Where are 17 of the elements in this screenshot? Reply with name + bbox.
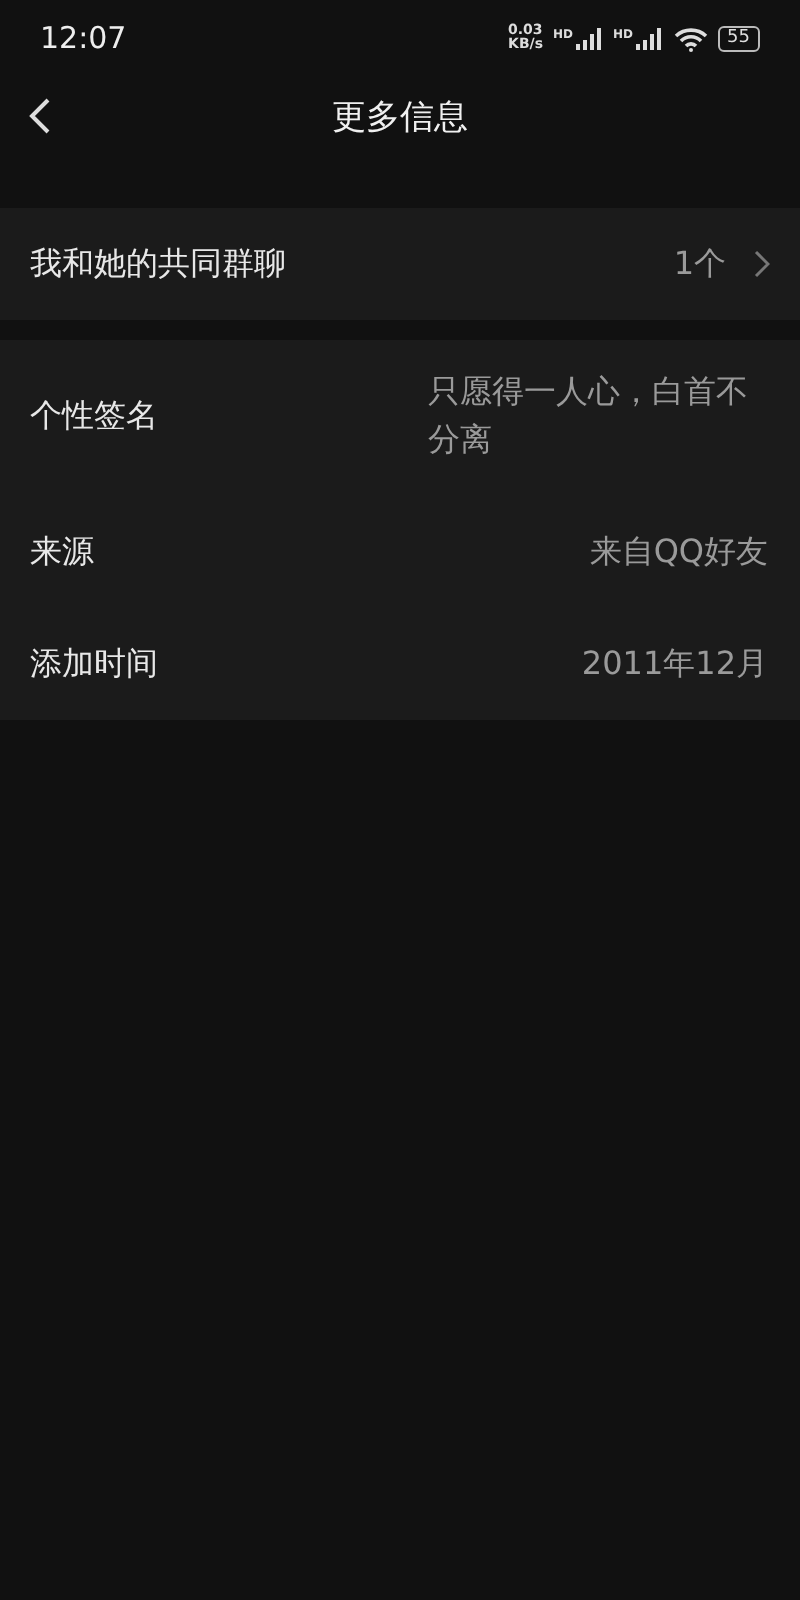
back-icon[interactable] bbox=[28, 96, 52, 136]
status-time: 12:07 bbox=[40, 20, 127, 56]
row-label: 来源 bbox=[30, 531, 94, 573]
wifi-icon bbox=[673, 25, 708, 51]
page-title: 更多信息 bbox=[332, 95, 468, 139]
row-label: 我和她的共同群聊 bbox=[30, 243, 286, 285]
row-value: 来自QQ好友 bbox=[589, 530, 768, 574]
signal-icon bbox=[635, 27, 664, 49]
group-chats-row[interactable]: 我和她的共同群聊 1个 bbox=[0, 208, 800, 320]
row-label: 个性签名 bbox=[30, 395, 158, 437]
signal-icon bbox=[575, 27, 604, 49]
row-value: 1个 bbox=[673, 243, 726, 285]
row-value: 只愿得一人心，白首不分离 bbox=[428, 370, 750, 462]
row-value: 2011年12月 bbox=[581, 642, 768, 686]
chevron-icon bbox=[754, 250, 770, 278]
battery-indicator: 55 bbox=[717, 25, 760, 51]
row-label: 添加时间 bbox=[30, 643, 158, 685]
